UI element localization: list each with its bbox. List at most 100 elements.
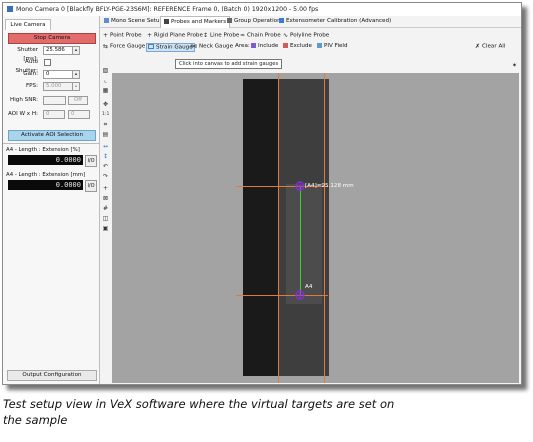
fps-row: FPS: 5.000 ▴ [6, 82, 96, 91]
aoi-height-input[interactable]: 0 [68, 110, 90, 119]
app-icon [7, 6, 13, 12]
specimen-image [243, 79, 329, 376]
gauge-length-label: [A4]=95.128 mm [305, 183, 354, 189]
fps-label: FPS: [25, 83, 38, 89]
chain-probe-tool[interactable]: ≈ Chain Probe [240, 31, 281, 40]
calibration-icon [279, 17, 284, 23]
tab-mono-scene-setup[interactable]: Mono Scene Setup [104, 17, 163, 26]
image-icon[interactable]: ▣ [102, 225, 109, 232]
high-snr-label: High SNR: [10, 97, 38, 103]
piv-field-tool[interactable]: PIV Field [317, 42, 348, 51]
shutter-row: Shutter [ms]: 25.586 ▴ [6, 46, 96, 62]
window-title: Mono Camera 0 [Blackfly BFLY-PGE-23S6M]:… [16, 6, 319, 13]
camera-icon [104, 17, 109, 23]
chain-icon: ≈ [240, 32, 246, 39]
clear-icon: ✗ [475, 43, 481, 50]
vertical-toolbar: ▧ ⌞ ▦ ✥ 1:1 ⌗ ▤ ↔ ↕ ↶ ↷ + ⊠ # ◫ ▣ [100, 65, 111, 384]
axes-icon[interactable]: ⌞ [102, 77, 109, 84]
tab-group-operations[interactable]: Group Operations [227, 17, 284, 26]
caption-line-2: the sample [3, 413, 68, 427]
strain-gauge-icon [148, 44, 154, 49]
vertical-guide-left [278, 73, 279, 383]
fit-icon[interactable]: ⊠ [102, 195, 109, 202]
strain-gauge-tool[interactable]: Strain Gauge [146, 43, 195, 52]
aoi-row: AOI W x H: 0 0 [6, 110, 96, 119]
histogram-icon[interactable]: ▤ [102, 131, 109, 138]
crosshair-icon[interactable]: + [102, 185, 109, 192]
force-gauge-tool[interactable]: ⇆ Force Gauge [103, 42, 145, 51]
arrows-horizontal-icon[interactable]: ↔ [102, 143, 109, 150]
arrows-vertical-icon[interactable]: ↕ [102, 153, 109, 160]
exclude-area-tool[interactable]: Exclude [283, 42, 312, 51]
horizontal-guide-bottom [236, 295, 328, 296]
fps-input[interactable]: 5.000 [43, 82, 73, 91]
high-snr-row: High SNR: Off [6, 96, 96, 105]
stop-camera-button[interactable]: Stop Camera [8, 33, 96, 44]
aoi-width-input[interactable]: 0 [43, 110, 65, 119]
camera-control-panel: Live Camera Stop Camera Shutter [ms]: 25… [3, 16, 100, 384]
line-probe-tool[interactable]: ↕ Line Probe [203, 31, 239, 40]
shutter-spinner[interactable]: ▴ [72, 46, 80, 55]
gauge-marker-bottom[interactable] [295, 290, 305, 300]
include-area-tool[interactable]: Include [251, 42, 278, 51]
rigid-plane-probe-tool[interactable]: + Rigid Plane Probe [147, 31, 203, 40]
point-probe-tool[interactable]: + Point Probe [103, 31, 142, 40]
line-probe-icon: ↕ [203, 32, 209, 39]
tooltip: Click into canvas to add strain gauges [175, 59, 283, 69]
strain-gauge-line [300, 186, 301, 295]
include-icon [251, 42, 256, 48]
layers-icon[interactable]: ◫ [102, 215, 109, 222]
plus-icon: + [103, 32, 109, 39]
gauge-marker-top[interactable] [295, 181, 305, 191]
neck-gauge-icon: ⋈ [191, 43, 197, 50]
shutter-input[interactable]: 25.586 [43, 46, 73, 55]
panel-divider [3, 143, 99, 144]
polyline-probe-tool[interactable]: ∿ Polyline Probe [283, 31, 329, 40]
group-icon [227, 17, 232, 23]
image-canvas[interactable]: [A4]=95.128 mm A4 [112, 73, 519, 383]
auto-shutter-row: Auto Shutter: [6, 58, 96, 74]
tab-live-camera[interactable]: Live Camera [5, 19, 51, 30]
rotate-left-icon[interactable]: ↶ [102, 163, 109, 170]
measurement-label: A4 - Length : Extension [%] [6, 147, 80, 153]
tab-probes-and-markers[interactable]: Probes and Markers [160, 16, 231, 28]
rotate-right-icon[interactable]: ↷ [102, 173, 109, 180]
clear-all-button[interactable]: ✗ Clear All [475, 42, 505, 51]
figure-caption: Test setup view in VeX software where th… [3, 396, 523, 428]
ruler-icon[interactable]: ▧ [102, 67, 109, 74]
gain-spinner[interactable]: ▴ [72, 70, 80, 79]
move-icon[interactable]: ✥ [102, 101, 109, 108]
measurement-value: 0.0000 [8, 180, 83, 190]
area-label: Area: [235, 43, 250, 49]
activate-aoi-button[interactable]: Activate AOI Selection [8, 130, 96, 141]
high-snr-toggle[interactable]: Off [68, 96, 88, 105]
hash-grid-icon[interactable]: # [102, 205, 109, 212]
auto-shutter-checkbox[interactable] [44, 59, 51, 66]
output-configuration-button[interactable]: Output Configuration [7, 370, 97, 381]
zoom-1to1-icon[interactable]: 1:1 [102, 111, 109, 118]
io-button[interactable]: I/O [85, 180, 97, 192]
specimen-gauge-section [286, 184, 322, 304]
polyline-icon: ∿ [283, 32, 289, 39]
probe-icon [164, 18, 169, 24]
tab-extensometer-calibration[interactable]: Extensometer Calibration (Advanced) [279, 17, 391, 26]
rigid-plane-icon: + [147, 32, 153, 39]
measurement-label: A4 - Length : Extension [mm] [6, 172, 86, 178]
ribbon-tabs: Mono Scene Setup Probes and Markers Grou… [100, 16, 521, 28]
high-snr-field [43, 96, 66, 105]
neck-gauge-tool[interactable]: ⋈ Neck Gauge [191, 42, 233, 51]
gain-label: Gain: [23, 71, 38, 77]
io-button[interactable]: I/O [85, 155, 97, 167]
gain-input[interactable]: 0 [43, 70, 73, 79]
window-title-bar: Mono Camera 0 [Blackfly BFLY-PGE-23S6M]:… [3, 3, 521, 17]
force-gauge-icon: ⇆ [103, 43, 109, 50]
screenshot-window: Mono Camera 0 [Blackfly BFLY-PGE-23S6M]:… [2, 2, 522, 385]
gauge-id-label: A4 [305, 284, 313, 290]
pin-icon[interactable]: ✶ [511, 62, 518, 69]
measurement-value: 0.0000 [8, 155, 83, 165]
fps-spinner[interactable]: ▴ [72, 82, 80, 91]
exclude-icon [283, 42, 288, 48]
grid-icon[interactable]: ▦ [102, 87, 109, 94]
crop-icon[interactable]: ⌗ [102, 121, 109, 128]
vertical-guide-right [324, 73, 325, 383]
